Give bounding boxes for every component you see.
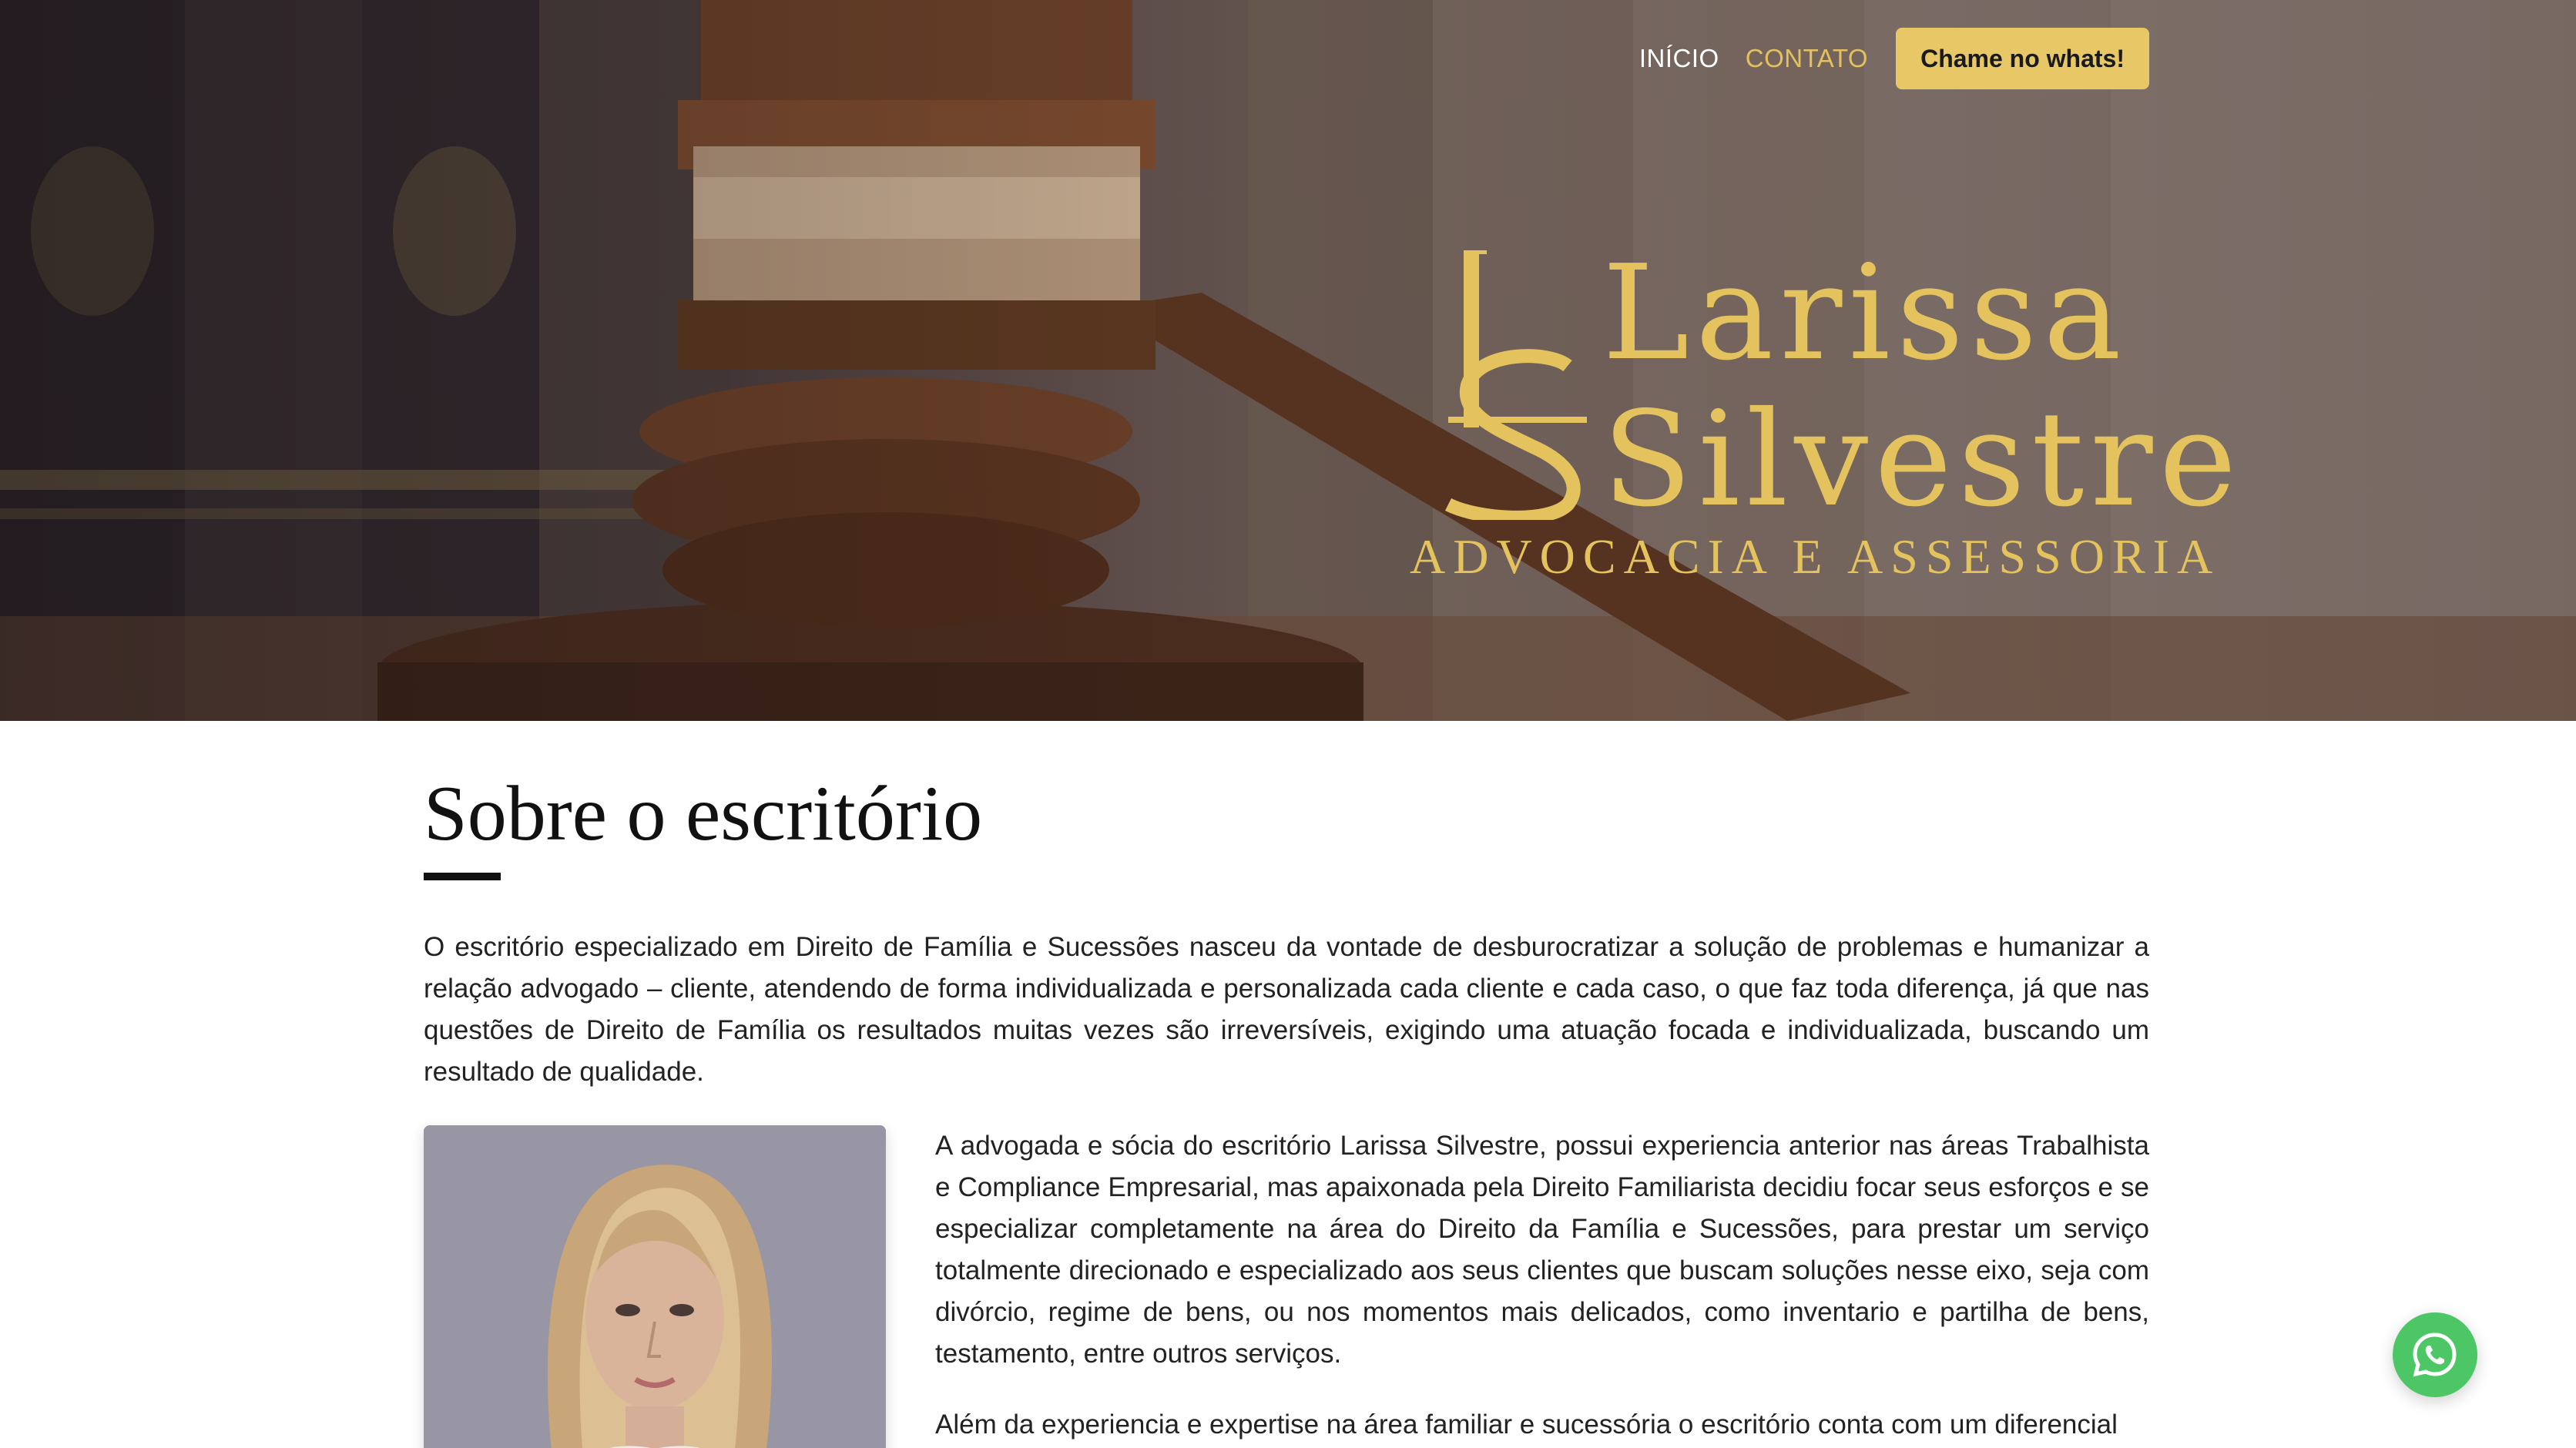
intro-paragraph: O escritório especializado em Direito de… bbox=[424, 932, 2149, 1088]
logo-last-name: Silvestre bbox=[1602, 384, 2243, 536]
section-title: Sobre o escritório bbox=[424, 770, 983, 857]
hero-banner: INÍCIO CONTATO Chame no whats! Larissa S… bbox=[0, 0, 2576, 721]
whatsapp-float-button[interactable] bbox=[2393, 1312, 2477, 1397]
about-row: A advogada e sócia do escritório Larissa… bbox=[424, 1125, 2149, 1448]
logo-first-name: Larissa bbox=[1602, 237, 2128, 390]
whatsapp-icon bbox=[2413, 1332, 2457, 1377]
title-underline bbox=[424, 873, 501, 881]
logo-tagline: ADVOCACIA E ASSESSORIA bbox=[1410, 529, 2221, 584]
whatsapp-cta-button[interactable]: Chame no whats! bbox=[1896, 28, 2149, 89]
about-paragraph-2: Além da experiencia e expertise na área … bbox=[935, 1409, 2118, 1440]
about-text: A advogada e sócia do escritório Larissa… bbox=[935, 1125, 2149, 1446]
lawyer-portrait-photo bbox=[424, 1125, 886, 1448]
main-nav: INÍCIO CONTATO Chame no whats! bbox=[1639, 28, 2149, 89]
about-section: Sobre o escritório O escritório especial… bbox=[424, 721, 2149, 1448]
hero-overlay bbox=[0, 0, 2576, 721]
nav-link-inicio[interactable]: INÍCIO bbox=[1639, 44, 1719, 73]
ls-monogram-icon bbox=[1444, 250, 1587, 520]
about-paragraph-1: A advogada e sócia do escritório Larissa… bbox=[935, 1131, 2149, 1369]
brand-logo: Larissa Silvestre ADVOCACIA E ASSESSORIA bbox=[1410, 231, 2236, 593]
nav-link-contato[interactable]: CONTATO bbox=[1746, 44, 1868, 73]
portrait-illustration bbox=[424, 1125, 886, 1448]
